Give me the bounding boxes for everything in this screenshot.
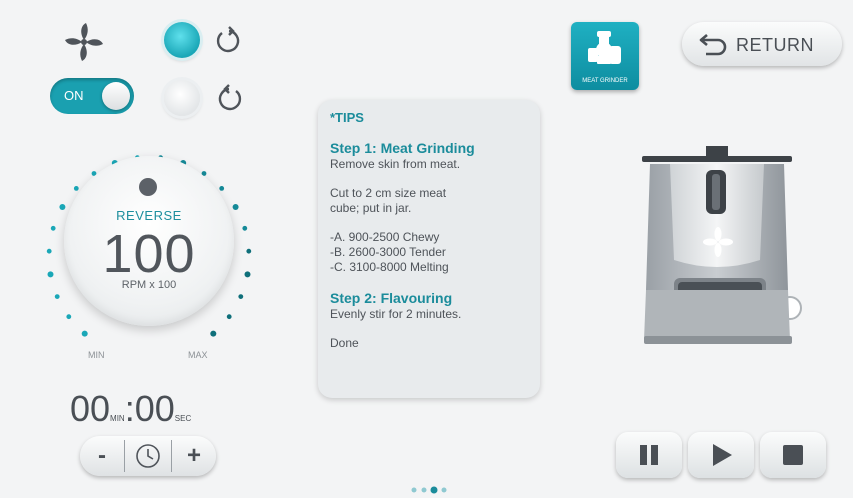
step2-title: Step 2: Flavouring: [330, 290, 453, 306]
dial-indicator[interactable]: [139, 178, 157, 196]
speed-tick: [66, 314, 72, 320]
timer-display: 00MIN:00SEC: [70, 388, 191, 432]
return-label: RETURN: [736, 35, 814, 55]
rotate-ccw-icon[interactable]: [214, 26, 244, 56]
program-caption: MEAT GRINDER: [582, 78, 628, 84]
timer-minutes: 00: [70, 388, 111, 429]
step1-line: Cut to 2 cm size meat: [330, 186, 447, 200]
speed-option: -A. 900-2500 Chewy: [330, 230, 440, 244]
power-toggle-label: ON: [64, 88, 84, 103]
pause-icon: [640, 445, 658, 465]
timer-separator: :: [124, 388, 135, 429]
speed-tick: [246, 248, 252, 254]
step2-line: Evenly stir for 2 minutes.: [330, 307, 462, 321]
page-dot[interactable]: [430, 486, 438, 494]
toggle-knob: [102, 82, 130, 110]
dial-min-label: MIN: [88, 350, 105, 360]
tips-done: Done: [330, 336, 359, 350]
speed-tick: [238, 294, 244, 299]
speed-tick: [47, 271, 54, 278]
speed-tick: [54, 294, 60, 299]
play-button[interactable]: [688, 432, 754, 478]
tips-header: *TIPS: [330, 110, 364, 125]
page-indicator: [411, 486, 447, 494]
timer-seconds: 00: [134, 388, 175, 429]
page-dot[interactable]: [441, 487, 447, 493]
rotate-cw-icon[interactable]: [214, 84, 244, 114]
speed-value: 100: [102, 224, 196, 284]
mode-forward-button[interactable]: [164, 22, 200, 58]
tips-card: *TIPS Step 1: Meat Grinding Remove skin …: [318, 100, 540, 398]
dial-max-label: MAX: [188, 350, 208, 360]
timer-decrease-button[interactable]: -: [80, 436, 124, 476]
timer-stepper: - +: [80, 436, 216, 476]
stop-icon: [783, 445, 803, 465]
dial-mode-label: REVERSE: [116, 208, 182, 223]
power-toggle[interactable]: ON: [50, 78, 134, 114]
play-icon: [713, 444, 732, 466]
speed-option: -B. 2600-3000 Tender: [330, 245, 446, 259]
page-dot[interactable]: [421, 487, 427, 493]
speed-tick: [81, 330, 88, 337]
speed-option: -C. 3100-8000 Melting: [330, 260, 449, 274]
timer-min-label: MIN: [110, 414, 125, 423]
step1-line: cube; put in jar.: [330, 201, 412, 215]
timer-increase-button[interactable]: +: [172, 436, 216, 476]
speed-tick: [46, 248, 52, 254]
speed-tick: [210, 330, 217, 337]
speed-tick: [73, 186, 79, 191]
meat-grinder-program-button[interactable]: MEAT GRINDER: [571, 22, 639, 90]
stop-button[interactable]: [760, 432, 826, 478]
meat-grinder-icon: [588, 31, 621, 64]
speed-tick: [219, 186, 225, 191]
mode-reverse-button[interactable]: [164, 80, 200, 116]
step1-title: Step 1: Meat Grinding: [330, 140, 475, 156]
speed-tick: [226, 314, 232, 320]
speed-tick: [50, 225, 56, 231]
thermomixer-machine-illustration: [642, 146, 802, 344]
timer-sec-label: SEC: [174, 414, 192, 423]
speed-tick: [244, 271, 251, 278]
speed-unit: RPM x 100: [121, 279, 177, 291]
fan-icon: [62, 20, 106, 64]
speed-tick: [242, 225, 248, 231]
clock-icon[interactable]: [124, 440, 172, 472]
step1-line: Remove skin from meat.: [330, 157, 461, 171]
page-dot[interactable]: [411, 487, 417, 493]
pause-button[interactable]: [616, 432, 682, 478]
return-button[interactable]: RETURN: [682, 22, 842, 66]
return-arrow-icon: [699, 34, 727, 56]
